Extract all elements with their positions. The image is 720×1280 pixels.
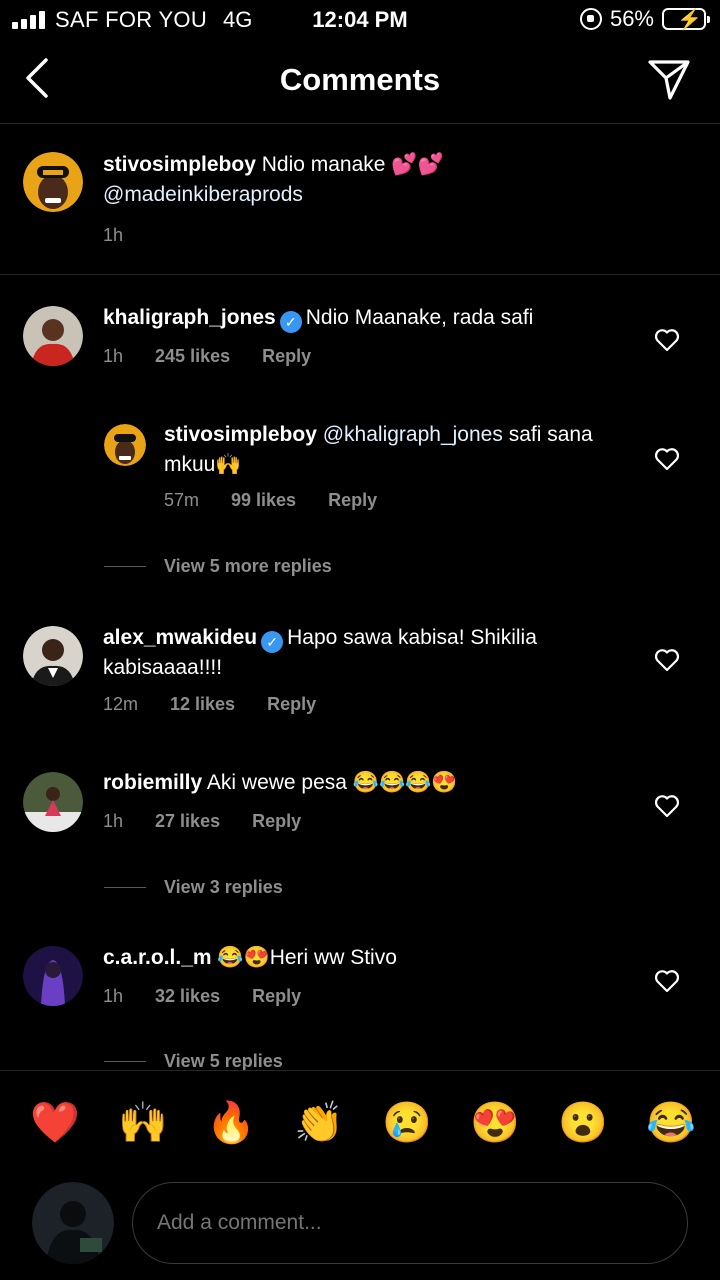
reply-button[interactable]: Reply [252, 811, 301, 832]
comment-body: 😂😍Heri ww Stivo [217, 946, 397, 969]
avatar[interactable] [23, 946, 83, 1006]
post-caption: stivosimpleboy Ndio manake 💕💕 @madeinkib… [0, 124, 720, 275]
battery-icon: ⚡ [662, 8, 710, 31]
likes-count[interactable]: 32 likes [155, 986, 220, 1007]
my-avatar [32, 1182, 114, 1264]
username[interactable]: stivosimpleboy [164, 423, 317, 446]
battery-percent: 56% [609, 6, 654, 31]
timestamp: 57m [164, 490, 200, 510]
likes-count[interactable]: 27 likes [155, 811, 220, 832]
heart-outline-icon[interactable] [654, 648, 680, 672]
avatar[interactable] [23, 772, 83, 832]
view-replies-label[interactable]: View 3 replies [164, 877, 283, 898]
likes-count[interactable]: 99 likes [231, 490, 296, 511]
emoji-reaction-bar: ❤️ 🙌 🔥 👏 😢 😍 😮 😂 [0, 1070, 720, 1180]
heart-outline-icon[interactable] [654, 794, 680, 818]
comment-meta: 1h 32 likes Reply [103, 986, 301, 1007]
reply-button[interactable]: Reply [252, 986, 301, 1007]
username[interactable]: c.a.r.o.l._m [103, 946, 212, 969]
username[interactable]: stivosimpleboy [103, 153, 256, 176]
comment-text: stivosimpleboy @khaligraph_jones safi sa… [164, 420, 614, 480]
comment-meta: 1h 245 likes Reply [103, 346, 311, 367]
status-bar: SAF FOR YOU 4G 12:04 PM 56% ⚡ [0, 0, 720, 40]
comment-text: c.a.r.o.l._m 😂😍Heri ww Stivo [103, 943, 643, 973]
heart-outline-icon[interactable] [654, 447, 680, 471]
comment-body: Aki wewe pesa 😂😂😂😍 [206, 771, 458, 794]
view-replies-label[interactable]: View 5 more replies [164, 556, 332, 577]
caption-text: stivosimpleboy Ndio manake 💕💕 @madeinkib… [103, 150, 683, 210]
username[interactable]: khaligraph_jones [103, 306, 276, 329]
timestamp: 1h [103, 811, 124, 831]
avatar[interactable] [23, 626, 83, 686]
likes-count[interactable]: 245 likes [155, 346, 230, 367]
heart-outline-icon[interactable] [654, 969, 680, 993]
view-replies-label[interactable]: View 5 replies [164, 1051, 283, 1070]
timestamp: 1h [103, 225, 124, 245]
comment-meta: 57m 99 likes Reply [164, 490, 377, 511]
emoji-raised-hands[interactable]: 🙌 [118, 1101, 168, 1145]
page-title: Comments [279, 62, 441, 97]
comment-text: alex_mwakideu ✓ Hapo sawa kabisa! Shikilia… [103, 623, 643, 683]
comments-feed[interactable]: stivosimpleboy Ndio manake 💕💕 @madeinkib… [0, 124, 720, 1070]
timestamp: 1h [103, 346, 124, 366]
emoji-heart[interactable]: ❤️ [30, 1101, 80, 1145]
emoji-fire[interactable]: 🔥 [206, 1101, 256, 1145]
comment-text: robiemilly Aki wewe pesa 😂😂😂😍 [103, 768, 643, 798]
comment-meta: 12m 12 likes Reply [103, 694, 316, 715]
caption-meta: 1h [103, 225, 123, 246]
mention-link[interactable]: @madeinkiberaprods [103, 183, 303, 206]
reply-button[interactable]: Reply [267, 694, 316, 715]
verified-badge-icon: ✓ [279, 311, 302, 333]
header: Comments [0, 40, 720, 124]
likes-count[interactable]: 12 likes [170, 694, 235, 715]
emoji-clap[interactable]: 👏 [294, 1101, 344, 1145]
view-more-replies[interactable]: View 3 replies [104, 877, 283, 898]
orientation-lock-icon [579, 8, 602, 30]
verified-badge-icon: ✓ [261, 631, 284, 653]
caption-body: Ndio manake 💕💕 [261, 153, 444, 176]
comment-text: khaligraph_jones ✓ Ndio Maanake, rada safi [103, 303, 643, 333]
heart-outline-icon[interactable] [654, 328, 680, 352]
divider-line [104, 1061, 146, 1062]
comment-input[interactable] [132, 1182, 688, 1264]
send-paper-plane-icon[interactable] [646, 56, 692, 102]
emoji-heart-eyes[interactable]: 😍 [470, 1101, 520, 1145]
username[interactable]: robiemilly [103, 771, 202, 794]
avatar[interactable] [23, 152, 83, 212]
comment-body: Ndio Maanake, rada safi [305, 306, 534, 329]
reply-button[interactable]: Reply [262, 346, 311, 367]
avatar[interactable] [104, 424, 146, 466]
view-more-replies[interactable]: View 5 replies [104, 1051, 283, 1070]
timestamp: 1h [103, 986, 124, 1006]
mention-link[interactable]: @khaligraph_jones [323, 423, 503, 446]
emoji-crying[interactable]: 😢 [382, 1101, 432, 1145]
reply-button[interactable]: Reply [328, 490, 377, 511]
comment-meta: 1h 27 likes Reply [103, 811, 301, 832]
username[interactable]: alex_mwakideu [103, 626, 257, 649]
emoji-surprised[interactable]: 😮 [558, 1101, 608, 1145]
emoji-laughing[interactable]: 😂 [646, 1101, 696, 1145]
comment-composer [0, 1180, 720, 1280]
view-more-replies[interactable]: View 5 more replies [104, 556, 332, 577]
divider-line [104, 887, 146, 888]
avatar[interactable] [23, 306, 83, 366]
timestamp: 12m [103, 694, 139, 714]
divider-line [104, 566, 146, 567]
status-right: 56% ⚡ [579, 6, 710, 32]
